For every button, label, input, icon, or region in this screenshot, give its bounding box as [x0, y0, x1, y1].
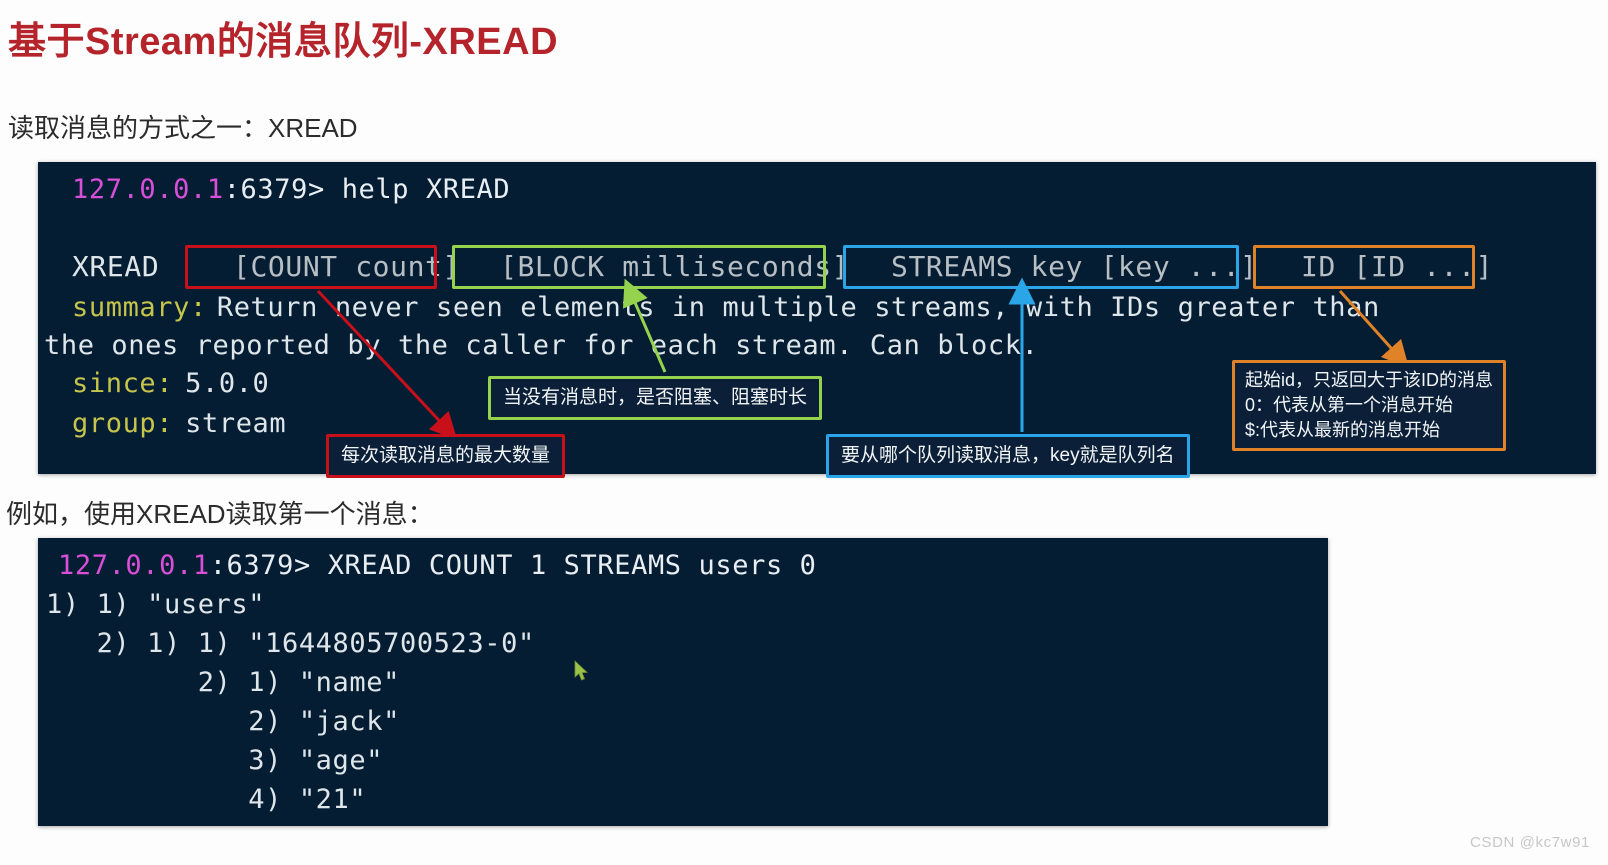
csdn-watermark: CSDN @kc7w91 — [1470, 834, 1590, 851]
terminal-help-group-row: group: stream — [72, 408, 286, 439]
annotation-note-id-line-3: $:代表从最新的消息开始 — [1245, 420, 1441, 440]
annotation-note-id-line-1: 起始id，只返回大于该ID的消息 — [1245, 370, 1494, 390]
terminal-help-since-row: since: 5.0.0 — [72, 368, 269, 399]
terminal-help-command: help XREAD — [341, 174, 511, 205]
terminal-example-output-line-6: 4) "21" — [46, 784, 367, 815]
page-title: 基于Stream的消息队列-XREAD — [8, 21, 559, 63]
terminal-example-prompt-line: 127.0.0.1:6379> XREAD COUNT 1 STREAMS us… — [58, 550, 817, 581]
terminal-example-output-line-5: 3) "age" — [46, 745, 384, 776]
mouse-pointer-icon — [574, 660, 588, 681]
group-label: group: — [72, 408, 174, 439]
prompt-host: 127.0.0.1 — [58, 550, 210, 581]
terminal-example-output-line-1: 1) 1) "users" — [46, 589, 266, 620]
section-subtitle-example: 例如，使用XREAD读取第一个消息： — [6, 499, 434, 529]
highlight-box-streams — [843, 245, 1239, 289]
annotation-note-id: 起始id，只返回大于该ID的消息 0：代表从第一个消息开始 $:代表从最新的消息… — [1232, 360, 1507, 451]
summary-label: summary: — [72, 292, 207, 323]
since-value: 5.0.0 — [185, 368, 270, 399]
highlight-box-block — [452, 245, 826, 289]
section-subtitle-xread: 读取消息的方式之一：XREAD — [8, 113, 358, 143]
summary-value: Return never seen elements in multiple s… — [216, 292, 1380, 323]
group-value: stream — [185, 408, 287, 439]
terminal-example-output-line-3: 2) 1) "name" — [46, 667, 400, 698]
annotation-note-streams: 要从哪个队列读取消息，key就是队列名 — [826, 434, 1190, 478]
terminal-help-synopsis-command: XREAD — [72, 250, 160, 283]
terminal-help-summary-label-row: summary: Return never seen elements in mu… — [72, 292, 1380, 323]
terminal-example-command: XREAD COUNT 1 STREAMS users 0 — [327, 550, 817, 581]
terminal-example-output-line-4: 2) "jack" — [46, 706, 400, 737]
terminal-help-summary-line-2: the ones reported by the caller for each… — [44, 330, 1039, 361]
terminal-help-prompt-line: 127.0.0.1:6379> help XREAD — [72, 174, 510, 205]
since-label: since: — [72, 368, 174, 399]
terminal-xread-example: 127.0.0.1:6379> XREAD COUNT 1 STREAMS us… — [38, 538, 1328, 826]
annotation-note-count: 每次读取消息的最大数量 — [326, 434, 566, 478]
prompt-separator: :6379> — [209, 550, 328, 581]
annotation-note-block: 当没有消息时，是否阻塞、阻塞时长 — [488, 376, 823, 420]
prompt-host: 127.0.0.1 — [72, 174, 224, 205]
prompt-separator: :6379> — [223, 174, 342, 205]
terminal-example-output-line-2: 2) 1) 1) "1644805700523-0" — [46, 628, 535, 659]
annotation-note-id-line-2: 0：代表从第一个消息开始 — [1245, 395, 1454, 415]
highlight-box-count — [185, 245, 437, 289]
highlight-box-id — [1253, 245, 1475, 289]
